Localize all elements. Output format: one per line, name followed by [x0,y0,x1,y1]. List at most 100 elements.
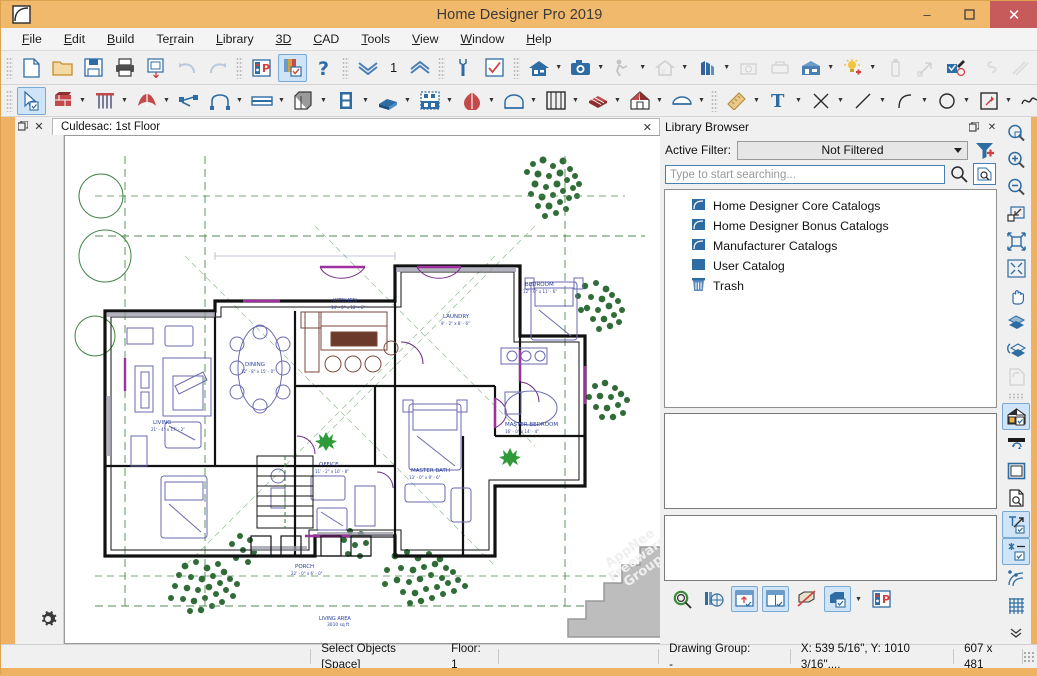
chevron-down-icon[interactable]: ▼ [680,55,689,81]
close-icon[interactable]: ✕ [31,118,47,134]
project-browser-icon[interactable]: P [247,54,276,82]
menu-3d[interactable]: 3D [265,29,303,49]
tree-item-user-catalog[interactable]: User Catalog [665,256,996,276]
dimension-display-icon[interactable] [1002,511,1030,538]
advanced-search-icon[interactable] [973,163,996,185]
chevron-down-icon[interactable]: ▼ [638,55,647,81]
close-button[interactable]: ✕ [990,1,1037,28]
toolbar-grip[interactable] [438,56,446,79]
wall-tools-icon[interactable] [48,87,77,115]
framing-overview-icon[interactable] [734,54,763,82]
fill-window-building-icon[interactable] [1002,255,1030,282]
toolbar-grip[interactable] [6,89,13,112]
menu-terrain[interactable]: Terrain [145,29,205,49]
menu-edit[interactable]: Edit [53,29,96,49]
show-panel-icon[interactable] [731,586,758,612]
box-tools-icon[interactable] [974,87,1003,115]
chevron-down-icon[interactable]: ▼ [571,88,580,114]
zoom-window-icon[interactable] [1002,120,1030,147]
text-tools-icon[interactable]: T [764,87,793,115]
menu-file[interactable]: FFileile [11,29,53,49]
toolbar-grip[interactable] [6,56,13,79]
chevron-down-icon[interactable]: ▼ [319,88,328,114]
menu-tools[interactable]: Tools [350,29,401,49]
color-on-off-icon[interactable] [1002,403,1030,430]
spline-tools-icon[interactable] [1016,87,1037,115]
resize-grip[interactable] [1022,650,1034,663]
grid-snaps-icon[interactable] [1002,592,1030,619]
chevron-down-icon[interactable]: ▼ [752,88,761,114]
zoom-out-icon[interactable] [1002,174,1030,201]
chevron-down-icon[interactable]: ▼ [78,88,87,114]
active-filter-select[interactable]: Not Filtered [737,140,968,160]
chevron-down-icon[interactable]: ▼ [554,55,563,81]
close-icon[interactable]: ✕ [983,118,1001,136]
deck-tools-icon[interactable] [583,87,612,115]
library-manage-icon[interactable] [700,586,727,612]
eyedropper-icon[interactable] [942,54,971,82]
roof-tools-icon[interactable] [132,87,161,115]
toolbar-grip[interactable] [236,56,243,79]
toolbar-grip[interactable] [342,56,349,79]
window-tools-icon[interactable] [247,87,276,115]
chevron-down-icon[interactable]: ▼ [920,88,929,114]
chevron-down-icon[interactable]: ▼ [487,88,496,114]
plot-plan-icon[interactable] [796,54,825,82]
print-preview-icon[interactable] [141,54,170,82]
chevron-down-icon[interactable]: ▼ [277,88,286,114]
electrical-tools-icon[interactable] [174,87,203,115]
walkthrough-icon[interactable] [608,54,637,82]
add-light-icon[interactable] [838,54,867,82]
undo-zoom-icon[interactable] [1002,201,1030,228]
gear-icon[interactable] [37,608,59,630]
toolbar-grip[interactable] [711,89,718,112]
preview-panel-icon[interactable] [762,586,789,612]
add-filter-icon[interactable] [974,139,996,161]
floor-down-icon[interactable] [353,54,382,82]
redo-icon[interactable] [203,54,232,82]
undock-icon[interactable] [15,118,31,134]
circle-tools-icon[interactable] [932,87,961,115]
chevron-down-icon[interactable]: ▼ [868,55,877,81]
floor-up-icon[interactable] [405,54,434,82]
chevron-down-icon[interactable]: ▼ [962,88,971,114]
view-options-icon[interactable] [824,586,851,612]
undock-icon[interactable] [965,118,983,136]
snap-settings-icon[interactable] [1002,538,1030,565]
spray-icon[interactable] [880,54,909,82]
chevron-down-icon[interactable]: ▼ [697,88,706,114]
terrain-tools-icon[interactable] [625,87,654,115]
maximize-button[interactable] [948,1,990,28]
document-tab[interactable]: Culdesac: 1st Floor ✕ [52,117,660,135]
chevron-down-icon[interactable]: ▼ [794,88,803,114]
stair-tools-icon[interactable] [373,87,402,115]
search-icon[interactable] [949,164,969,184]
chevron-down-icon[interactable]: ▼ [836,88,845,114]
chevron-down-icon[interactable]: ▼ [596,55,605,81]
drawing-sheet-icon[interactable] [1002,430,1030,457]
chevron-down-icon[interactable]: ▼ [722,55,731,81]
chevron-down-icon[interactable]: ▼ [235,88,244,114]
chevron-down-icon[interactable]: ▼ [403,88,412,114]
menu-view[interactable]: View [401,29,449,49]
chevron-down-icon[interactable]: ▼ [361,88,370,114]
new-plan-icon[interactable] [17,54,46,82]
display-options-icon[interactable] [1002,309,1030,336]
minimize-button[interactable]: – [906,1,948,28]
angle-snaps-icon[interactable] [1002,565,1030,592]
fireplace-tools-icon[interactable] [457,87,486,115]
chevron-down-icon[interactable]: ▼ [854,586,863,612]
menu-window[interactable]: Window [449,29,515,49]
railing-tools-icon[interactable] [90,87,119,115]
arc-tools-icon[interactable] [890,87,919,115]
chevron-down-icon[interactable]: ▼ [1004,88,1013,114]
print-icon[interactable] [110,54,139,82]
save-icon[interactable] [79,54,108,82]
camera-house-icon[interactable] [524,54,553,82]
pan-window-icon[interactable] [1002,282,1030,309]
sun-angle-icon[interactable] [973,54,1002,82]
menu-cad[interactable]: CAD [302,29,350,49]
cabinet-tools-icon[interactable] [289,87,318,115]
room-tools-icon[interactable] [415,87,444,115]
point-tools-icon[interactable] [806,87,835,115]
